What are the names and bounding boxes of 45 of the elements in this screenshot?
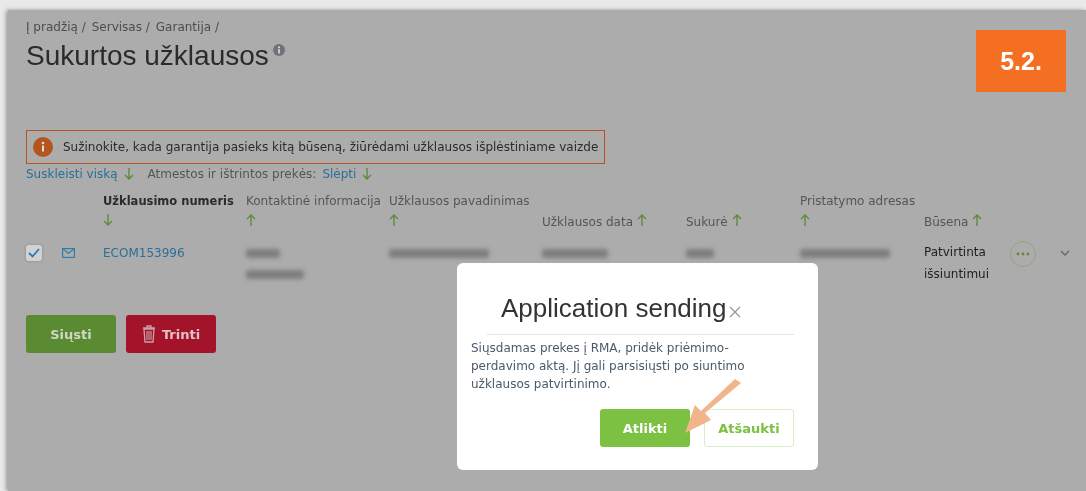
blurred-text	[246, 249, 280, 258]
more-dots-icon	[1016, 252, 1030, 256]
arrow-down-icon[interactable]	[103, 214, 113, 226]
column-header[interactable]: Užklausos pavadinimas	[389, 194, 530, 208]
breadcrumb-link[interactable]: Į pradžią /	[26, 20, 86, 34]
column-header[interactable]: Kontaktinė informacija	[246, 194, 381, 208]
send-button[interactable]: Siųsti	[26, 315, 116, 353]
column-header[interactable]: Sukurė	[686, 215, 728, 229]
arrow-up-icon[interactable]	[972, 214, 983, 226]
arrow-down-icon	[123, 168, 134, 180]
column-header[interactable]: Pristatymo adresas	[800, 194, 916, 208]
arrow-up-icon[interactable]	[246, 214, 256, 226]
blurred-text	[246, 270, 304, 279]
blurred-text	[542, 249, 608, 258]
envelope-icon[interactable]	[62, 248, 75, 258]
chevron-down-icon[interactable]	[1060, 250, 1070, 256]
arrow-up-icon[interactable]	[731, 214, 742, 226]
arrow-down-icon	[362, 168, 373, 180]
column-header[interactable]: Užklausimo numeris	[103, 194, 234, 208]
notice-text: Sužinokite, kada garantija pasieks kitą būseną, žiūrėdami užklausos išplėstiniame vaizde	[63, 140, 599, 154]
request-number-link[interactable]: ECOM153996	[103, 246, 185, 260]
trash-icon	[141, 325, 156, 343]
blurred-text	[686, 249, 714, 258]
cancel-button[interactable]: Atšaukti	[704, 409, 794, 447]
filter-label: Atmestos ir ištrintos prekės:	[147, 167, 317, 181]
column-header[interactable]: Užklausos data	[542, 215, 633, 229]
delete-button[interactable]: Trinti	[126, 315, 216, 353]
arrow-up-icon[interactable]	[637, 214, 647, 226]
info-icon	[33, 137, 53, 157]
close-icon[interactable]	[728, 305, 741, 318]
arrow-up-icon[interactable]	[800, 214, 810, 226]
breadcrumb-link[interactable]: Garantija /	[155, 20, 219, 34]
row-checkbox[interactable]	[26, 245, 42, 261]
breadcrumb-link[interactable]: Servisas /	[91, 20, 150, 34]
status-text: Patvirtinta išsiuntimui	[924, 244, 991, 283]
dialog-message: Siųsdamas prekes į RMA, pridėk priėmimo-perdavimo aktą. Jį gali parsisiųsti po siuntimo užklausos patvirtinimo.	[471, 340, 746, 393]
page-title: Sukurtos užklausos	[26, 40, 269, 72]
arrow-up-icon[interactable]	[389, 214, 399, 226]
hide-link[interactable]: Slėpti	[322, 167, 357, 181]
collapse-all-link[interactable]: Suskleisti viską	[26, 167, 118, 181]
confirm-button[interactable]: Atlikti	[600, 409, 690, 447]
step-badge: 5.2.	[976, 30, 1066, 92]
info-icon[interactable]	[272, 44, 285, 56]
dialog-title: Application sending	[501, 293, 727, 324]
column-header[interactable]: Būsena	[924, 215, 969, 229]
